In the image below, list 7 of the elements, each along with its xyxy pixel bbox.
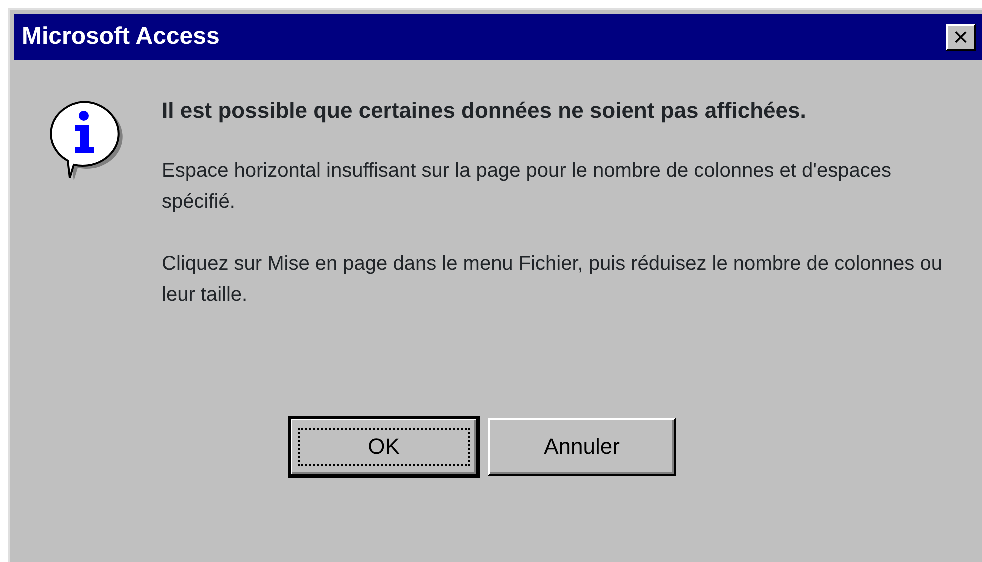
message-text: Espace horizontal insuffisant sur la page pour le nombre de colonnes et d'espaces spécifié. bbox=[162, 159, 892, 215]
close-button[interactable]: × bbox=[946, 24, 976, 50]
dialog-button[interactable]: Annuler bbox=[488, 418, 676, 476]
message-heading: Il est possible que certaines données ne soient pas affichées. bbox=[162, 97, 808, 125]
default-button[interactable]: OK bbox=[290, 418, 478, 476]
window-title: Microsoft Access bbox=[22, 22, 220, 52]
message-text: Cliquez sur Mise en page dans le menu Fichier, puis réduisez le nombre de colonnes ou leur taille. bbox=[162, 252, 944, 308]
